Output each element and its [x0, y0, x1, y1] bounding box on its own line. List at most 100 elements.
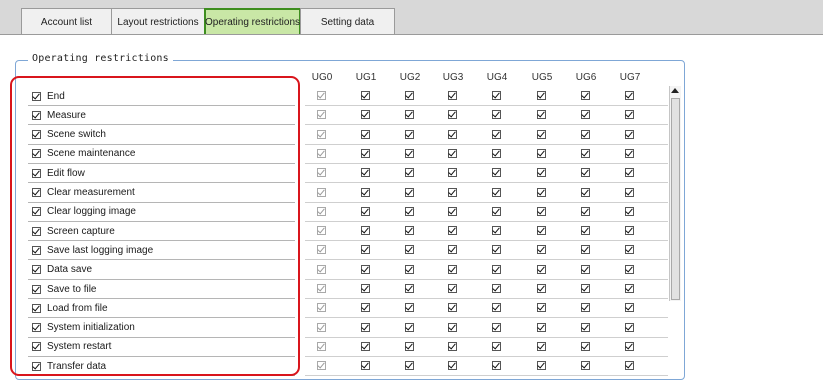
vertical-scrollbar[interactable]: [669, 86, 681, 301]
checkbox-ug4[interactable]: [492, 187, 501, 197]
checkbox-ug1[interactable]: [361, 91, 370, 100]
checkbox-ug1[interactable]: [361, 148, 370, 158]
checkbox-ug7[interactable]: [625, 341, 634, 351]
checkbox-ug7[interactable]: [625, 168, 634, 178]
checkbox-ug5[interactable]: [537, 264, 546, 274]
checkbox-ug6[interactable]: [581, 206, 590, 216]
checkbox-ug4[interactable]: [492, 206, 501, 216]
checkbox-ug6[interactable]: [581, 148, 590, 158]
checkbox-ug5[interactable]: [537, 341, 546, 351]
checkbox-ug2[interactable]: [405, 303, 414, 313]
row-checkbox[interactable]: [32, 265, 41, 275]
row-checkbox[interactable]: [32, 149, 41, 159]
checkbox-ug6[interactable]: [581, 110, 590, 120]
checkbox-ug4[interactable]: [492, 245, 501, 255]
row-checkbox[interactable]: [32, 245, 41, 255]
checkbox-ug4[interactable]: [492, 322, 501, 332]
checkbox-ug6[interactable]: [581, 187, 590, 197]
row-checkbox[interactable]: [32, 207, 41, 217]
checkbox-ug4[interactable]: [492, 148, 501, 158]
checkbox-ug7[interactable]: [625, 206, 634, 216]
checkbox-ug2[interactable]: [405, 187, 414, 197]
checkbox-ug1[interactable]: [361, 206, 370, 216]
checkbox-ug2[interactable]: [405, 148, 414, 158]
checkbox-ug7[interactable]: [625, 303, 634, 313]
row-checkbox[interactable]: [32, 130, 41, 140]
checkbox-ug3[interactable]: [448, 322, 457, 332]
row-checkbox[interactable]: [32, 188, 41, 197]
checkbox-ug2[interactable]: [405, 284, 414, 293]
row-checkbox[interactable]: [32, 168, 41, 178]
checkbox-ug2[interactable]: [405, 245, 414, 255]
checkbox-ug7[interactable]: [625, 148, 634, 158]
row-checkbox[interactable]: [32, 303, 41, 313]
checkbox-ug4[interactable]: [492, 284, 501, 293]
checkbox-ug3[interactable]: [448, 187, 457, 197]
scroll-thumb[interactable]: [671, 98, 680, 300]
checkbox-ug3[interactable]: [448, 168, 457, 178]
checkbox-ug2[interactable]: [405, 341, 414, 351]
checkbox-ug3[interactable]: [448, 303, 457, 313]
checkbox-ug2[interactable]: [405, 168, 414, 178]
checkbox-ug5[interactable]: [537, 110, 546, 120]
checkbox-ug2[interactable]: [405, 322, 414, 332]
checkbox-ug6[interactable]: [581, 341, 590, 351]
row-checkbox[interactable]: [32, 110, 41, 120]
checkbox-ug5[interactable]: [537, 245, 546, 255]
checkbox-ug1[interactable]: [361, 168, 370, 178]
checkbox-ug6[interactable]: [581, 168, 590, 178]
checkbox-ug2[interactable]: [405, 129, 414, 139]
checkbox-ug7[interactable]: [625, 245, 634, 255]
checkbox-ug1[interactable]: [361, 129, 370, 139]
checkbox-ug3[interactable]: [448, 148, 457, 158]
checkbox-ug5[interactable]: [537, 91, 546, 100]
checkbox-ug3[interactable]: [448, 341, 457, 351]
checkbox-ug3[interactable]: [448, 245, 457, 255]
checkbox-ug6[interactable]: [581, 284, 590, 293]
checkbox-ug5[interactable]: [537, 303, 546, 313]
checkbox-ug7[interactable]: [625, 284, 634, 293]
checkbox-ug7[interactable]: [625, 322, 634, 332]
checkbox-ug5[interactable]: [537, 322, 546, 332]
checkbox-ug1[interactable]: [361, 322, 370, 332]
checkbox-ug4[interactable]: [492, 168, 501, 178]
checkbox-ug4[interactable]: [492, 264, 501, 274]
checkbox-ug3[interactable]: [448, 206, 457, 216]
checkbox-ug7[interactable]: [625, 91, 634, 100]
checkbox-ug4[interactable]: [492, 110, 501, 120]
checkbox-ug6[interactable]: [581, 226, 590, 236]
row-checkbox[interactable]: [32, 91, 41, 101]
checkbox-ug6[interactable]: [581, 322, 590, 332]
checkbox-ug1[interactable]: [361, 303, 370, 313]
checkbox-ug7[interactable]: [625, 264, 634, 274]
tab-layout-restrictions[interactable]: Layout restrictions: [111, 8, 205, 35]
checkbox-ug3[interactable]: [448, 110, 457, 120]
checkbox-ug5[interactable]: [537, 168, 546, 178]
checkbox-ug4[interactable]: [492, 226, 501, 236]
checkbox-ug1[interactable]: [361, 187, 370, 197]
checkbox-ug6[interactable]: [581, 91, 590, 100]
checkbox-ug2[interactable]: [405, 91, 414, 100]
checkbox-ug6[interactable]: [581, 303, 590, 313]
checkbox-ug5[interactable]: [537, 284, 546, 293]
checkbox-ug3[interactable]: [448, 129, 457, 139]
checkbox-ug6[interactable]: [581, 264, 590, 274]
checkbox-ug1[interactable]: [361, 226, 370, 236]
checkbox-ug2[interactable]: [405, 264, 414, 274]
row-checkbox[interactable]: [32, 342, 41, 352]
tab-operating-restrictions[interactable]: Operating restrictions: [204, 8, 301, 35]
row-checkbox[interactable]: [32, 226, 41, 236]
checkbox-ug2[interactable]: [405, 226, 414, 236]
row-checkbox[interactable]: [32, 284, 41, 294]
checkbox-ug2[interactable]: [405, 110, 414, 120]
row-checkbox[interactable]: [32, 323, 41, 333]
checkbox-ug1[interactable]: [361, 341, 370, 351]
row-checkbox[interactable]: [32, 361, 41, 371]
checkbox-ug1[interactable]: [361, 110, 370, 120]
checkbox-ug5[interactable]: [537, 148, 546, 158]
checkbox-ug7[interactable]: [625, 129, 634, 139]
tab-setting-data[interactable]: Setting data: [300, 8, 395, 35]
checkbox-ug3[interactable]: [448, 226, 457, 236]
checkbox-ug6[interactable]: [581, 245, 590, 255]
checkbox-ug5[interactable]: [537, 226, 546, 236]
